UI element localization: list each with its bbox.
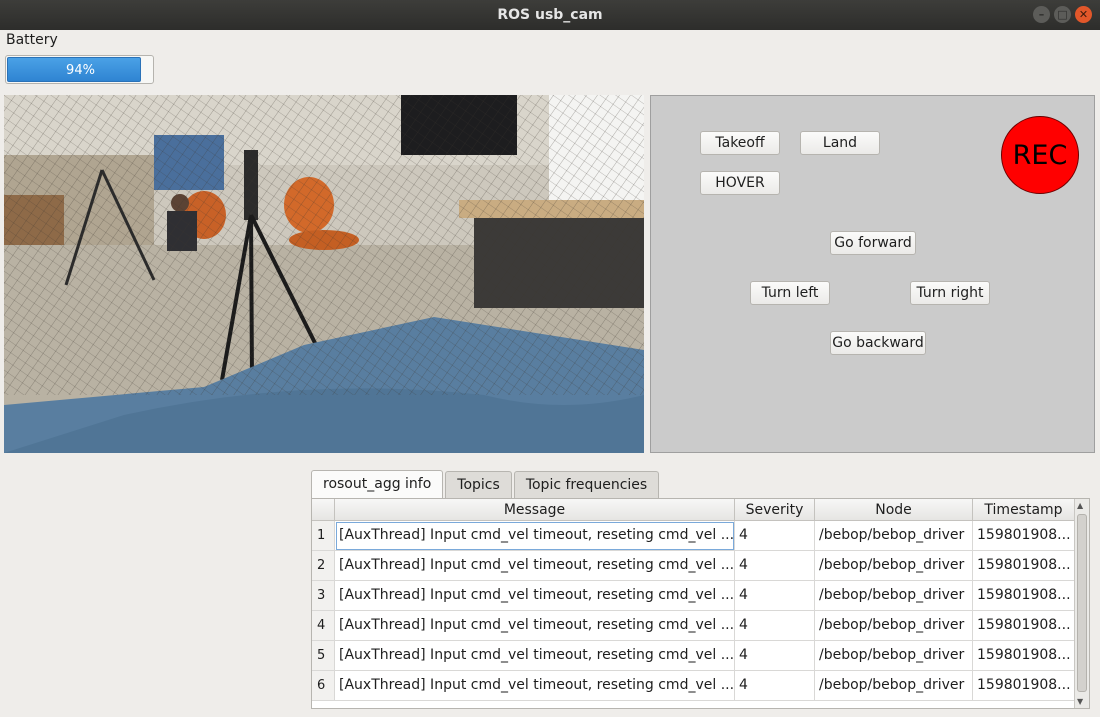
timestamp-cell[interactable]: 159801908... (973, 641, 1075, 671)
tab-topics[interactable]: Topics (445, 471, 512, 498)
table-row[interactable]: 4 [AuxThread] Input cmd_vel timeout, rese… (312, 611, 1075, 641)
minimize-icon[interactable]: – (1033, 6, 1050, 23)
message-cell[interactable]: [AuxThread] Input cmd_vel timeout, reset… (335, 641, 735, 671)
takeoff-button[interactable]: Takeoff (700, 131, 780, 155)
battery-percent-text: 94% (66, 63, 95, 78)
column-header-severity[interactable]: Severity (735, 499, 815, 521)
table-scrollbar[interactable]: ▲ ▼ (1074, 499, 1089, 708)
table-row[interactable]: 1 [AuxThread] Input cmd_vel timeout, rese… (312, 521, 1075, 551)
severity-cell[interactable]: 4 (735, 671, 815, 701)
severity-cell[interactable]: 4 (735, 641, 815, 671)
camera-image (4, 95, 644, 453)
timestamp-cell[interactable]: 159801908... (973, 611, 1075, 641)
table-row[interactable]: 6 [AuxThread] Input cmd_vel timeout, rese… (312, 671, 1075, 701)
battery-progress-bar: 94% (5, 55, 154, 84)
node-cell[interactable]: /bebop/bebop_driver (815, 581, 973, 611)
rosout-table: Message Severity Node Timestamp 1 [AuxThr… (311, 498, 1090, 709)
maximize-icon[interactable]: □ (1054, 6, 1071, 23)
turn-left-button[interactable]: Turn left (750, 281, 830, 305)
message-cell[interactable]: [AuxThread] Input cmd_vel timeout, reset… (335, 551, 735, 581)
row-number[interactable]: 4 (312, 611, 335, 641)
message-cell[interactable]: [AuxThread] Input cmd_vel timeout, reset… (335, 521, 735, 551)
scroll-down-icon[interactable]: ▼ (1077, 697, 1083, 706)
table-row[interactable]: 3 [AuxThread] Input cmd_vel timeout, rese… (312, 581, 1075, 611)
column-header-timestamp[interactable]: Timestamp (973, 499, 1075, 521)
go-backward-button[interactable]: Go backward (830, 331, 926, 355)
tab-bar: rosout_agg info Topics Topic frequencies (311, 470, 661, 499)
message-cell[interactable]: [AuxThread] Input cmd_vel timeout, reset… (335, 671, 735, 701)
battery-label: Battery (6, 32, 58, 48)
timestamp-cell[interactable]: 159801908... (973, 671, 1075, 701)
table-header: Message Severity Node Timestamp (312, 499, 1075, 521)
timestamp-cell[interactable]: 159801908... (973, 551, 1075, 581)
severity-cell[interactable]: 4 (735, 521, 815, 551)
window-controls: – □ ✕ (1033, 6, 1092, 23)
severity-cell[interactable]: 4 (735, 581, 815, 611)
node-cell[interactable]: /bebop/bebop_driver (815, 521, 973, 551)
turn-right-button[interactable]: Turn right (910, 281, 990, 305)
row-number[interactable]: 5 (312, 641, 335, 671)
window-title: ROS usb_cam (497, 7, 603, 23)
node-cell[interactable]: /bebop/bebop_driver (815, 671, 973, 701)
timestamp-cell[interactable]: 159801908... (973, 521, 1075, 551)
scroll-up-icon[interactable]: ▲ (1077, 501, 1083, 510)
go-forward-button[interactable]: Go forward (830, 231, 916, 255)
row-number-header (312, 499, 335, 521)
row-number[interactable]: 3 (312, 581, 335, 611)
close-icon[interactable]: ✕ (1075, 6, 1092, 23)
camera-feed (4, 95, 644, 453)
record-button[interactable]: REC (1001, 116, 1079, 194)
row-number[interactable]: 6 (312, 671, 335, 701)
column-header-node[interactable]: Node (815, 499, 973, 521)
flight-controls-panel: Takeoff Land HOVER Go forward Turn left … (650, 95, 1095, 453)
row-number[interactable]: 1 (312, 521, 335, 551)
table-row[interactable]: 5 [AuxThread] Input cmd_vel timeout, rese… (312, 641, 1075, 671)
table-row[interactable]: 2 [AuxThread] Input cmd_vel timeout, rese… (312, 551, 1075, 581)
node-cell[interactable]: /bebop/bebop_driver (815, 611, 973, 641)
severity-cell[interactable]: 4 (735, 611, 815, 641)
tab-topic-frequencies[interactable]: Topic frequencies (513, 471, 660, 498)
tab-rosout-agg-info[interactable]: rosout_agg info (311, 470, 444, 498)
message-cell[interactable]: [AuxThread] Input cmd_vel timeout, reset… (335, 611, 735, 641)
severity-cell[interactable]: 4 (735, 551, 815, 581)
window-titlebar: ROS usb_cam – □ ✕ (0, 0, 1100, 30)
land-button[interactable]: Land (800, 131, 880, 155)
scrollbar-thumb[interactable] (1077, 514, 1087, 692)
hover-button[interactable]: HOVER (700, 171, 780, 195)
column-header-message[interactable]: Message (335, 499, 735, 521)
node-cell[interactable]: /bebop/bebop_driver (815, 551, 973, 581)
node-cell[interactable]: /bebop/bebop_driver (815, 641, 973, 671)
row-number[interactable]: 2 (312, 551, 335, 581)
message-cell[interactable]: [AuxThread] Input cmd_vel timeout, reset… (335, 581, 735, 611)
timestamp-cell[interactable]: 159801908... (973, 581, 1075, 611)
